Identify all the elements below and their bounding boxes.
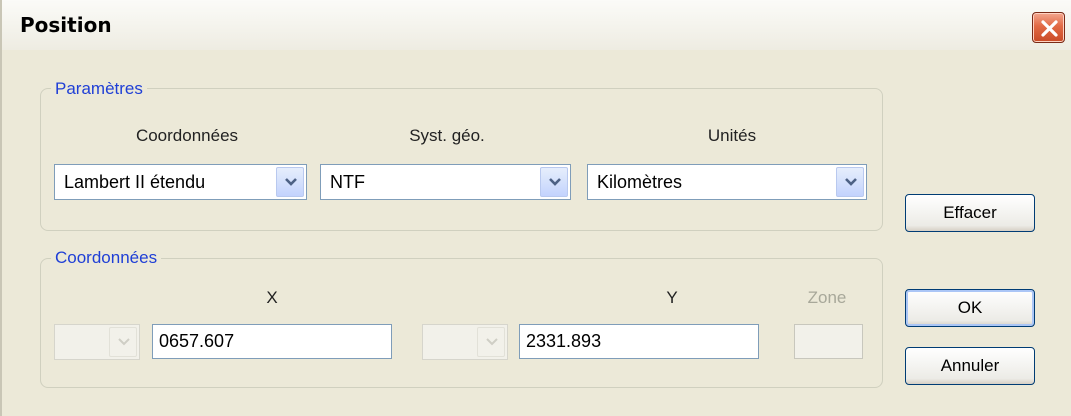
geo-system-dropdown-button[interactable] xyxy=(540,167,568,197)
dialog-title: Position xyxy=(20,13,112,37)
coordinates-select[interactable]: Lambert II étendu xyxy=(54,164,307,200)
chevron-down-icon xyxy=(118,338,130,346)
x-hemisphere-dropdown-button xyxy=(109,327,137,357)
units-label: Unités xyxy=(707,126,757,145)
title-bar[interactable]: Position xyxy=(2,0,1071,50)
y-hemisphere-select xyxy=(422,324,508,360)
coordinates-group-title: Coordonnées xyxy=(51,248,162,268)
geo-system-label: Syst. géo. xyxy=(409,126,485,145)
units-dropdown-button[interactable] xyxy=(836,167,864,197)
x-coordinate-input[interactable]: 0657.607 xyxy=(152,324,392,359)
coordinates-select-value: Lambert II étendu xyxy=(64,172,206,192)
parameters-group-title: Paramètres xyxy=(51,79,147,99)
y-coordinate-input[interactable]: 2331.893 xyxy=(519,324,759,359)
x-label: X xyxy=(266,288,278,307)
chevron-down-icon xyxy=(549,178,561,186)
coordinates-label: Coordonnées xyxy=(135,126,239,145)
coordinates-group: Coordonnées xyxy=(40,248,883,388)
close-icon xyxy=(1041,20,1058,37)
units-select-value: Kilomètres xyxy=(597,172,683,192)
x-hemisphere-select xyxy=(54,324,140,360)
close-button[interactable] xyxy=(1032,12,1065,43)
geo-system-select[interactable]: NTF xyxy=(320,164,571,200)
y-label: Y xyxy=(666,288,678,307)
coordinates-dropdown-button[interactable] xyxy=(276,167,304,197)
position-dialog: Position Paramètres Coordonnées Syst. gé… xyxy=(0,0,1071,416)
zone-input xyxy=(794,324,863,359)
y-hemisphere-dropdown-button xyxy=(477,327,505,357)
geo-system-select-value: NTF xyxy=(330,172,365,192)
parameters-group: Paramètres xyxy=(40,79,883,231)
chevron-down-icon xyxy=(486,338,498,346)
chevron-down-icon xyxy=(285,178,297,186)
cancel-button[interactable]: Annuler xyxy=(905,347,1035,385)
ok-button[interactable]: OK xyxy=(905,289,1035,327)
chevron-down-icon xyxy=(845,178,857,186)
zone-label: Zone xyxy=(807,288,847,307)
units-select[interactable]: Kilomètres xyxy=(587,164,867,200)
clear-button[interactable]: Effacer xyxy=(905,194,1035,232)
